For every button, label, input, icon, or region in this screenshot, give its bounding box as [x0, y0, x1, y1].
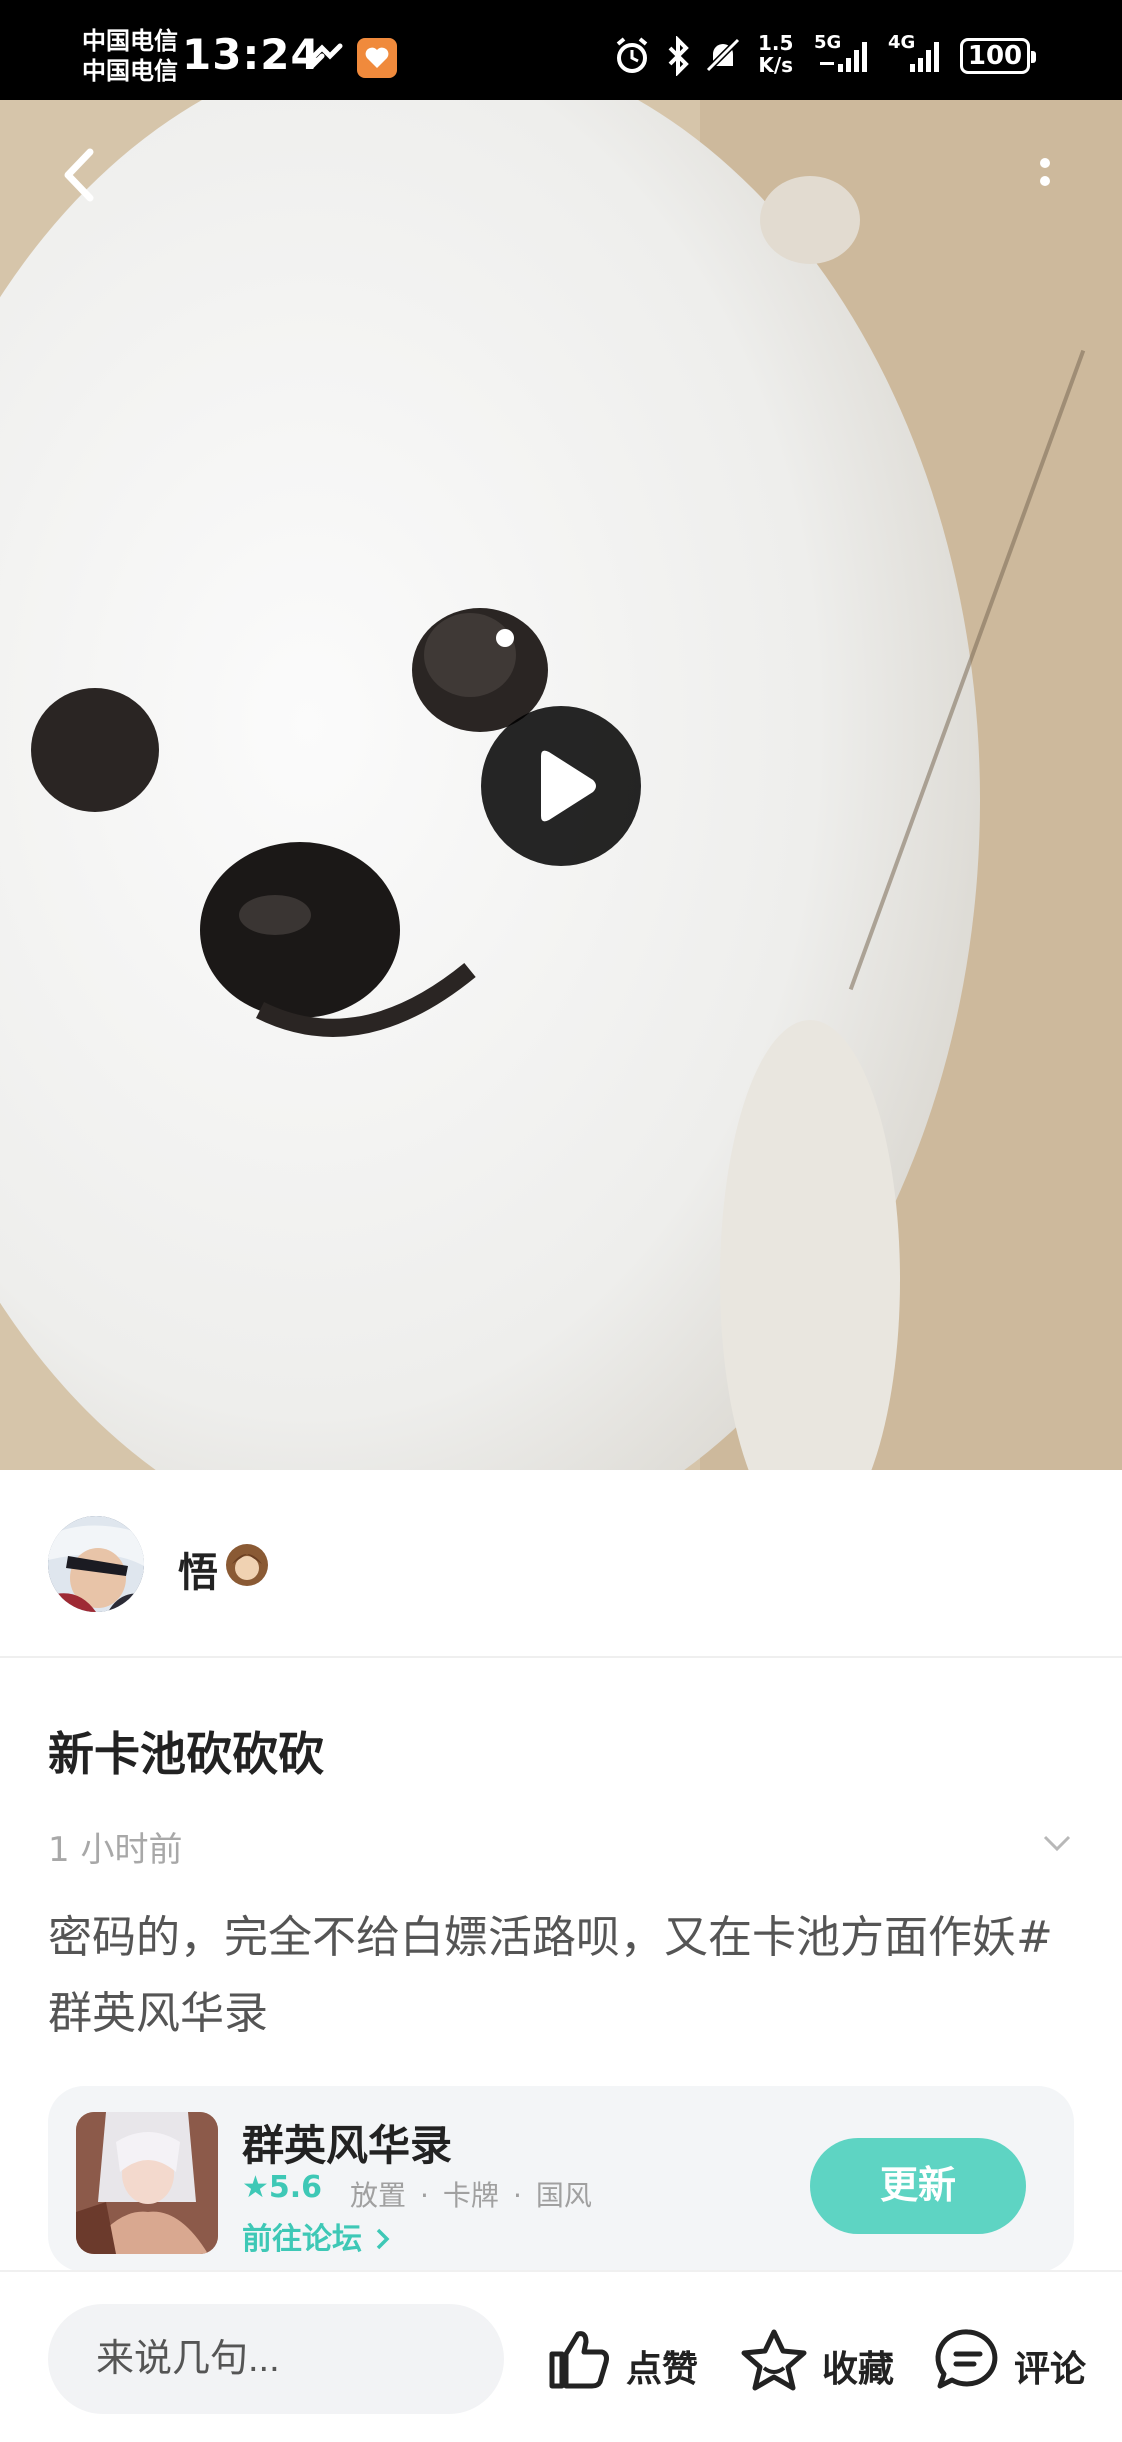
comment-input[interactable]: [48, 2304, 504, 2414]
network-speed: 1.5 K/s: [758, 32, 793, 76]
video-player[interactable]: [0, 100, 1122, 1470]
carrier-1: 中国电信: [82, 27, 178, 55]
bluetooth-icon: [668, 36, 689, 76]
alarm-icon: [616, 37, 648, 73]
author-name[interactable]: 悟: [178, 1540, 218, 1598]
post-body: 密码的，完全不给白嫖活路呗，又在卡池方面作妖#群英风华录: [48, 1912, 1053, 2039]
game-tag: 国风: [535, 2179, 592, 2212]
sync-icon: [309, 43, 343, 69]
author-badge-icon: [226, 1544, 268, 1586]
game-rating: ★5.6: [242, 2170, 322, 2205]
status-time: 13:24: [182, 30, 321, 79]
game-icon-image: [76, 2112, 218, 2254]
game-card[interactable]: 群英风华录 ★5.6 放置 · 卡牌 · 国风 前往论坛 更新: [48, 2086, 1074, 2272]
status-bar: 中国电信 中国电信 13:24 1.5 K/s 5G 4G 100: [0, 0, 1122, 100]
star-outline-icon: [741, 2329, 807, 2391]
update-button[interactable]: 更新: [810, 2138, 1026, 2234]
signal-2-icon: [910, 42, 939, 72]
comment-icon: [935, 2329, 998, 2389]
like-label: 点赞: [626, 2349, 699, 2390]
star-icon: ★: [242, 2170, 269, 2205]
avatar-image: [48, 1516, 144, 1612]
forum-link[interactable]: 前往论坛: [242, 2214, 394, 2258]
network-speed-value: 1.5: [758, 31, 794, 55]
bottom-action-bar: 点赞 收藏 评论: [0, 2270, 1122, 2442]
forum-link-label: 前往论坛: [242, 2222, 362, 2257]
comment-label: 评论: [1014, 2349, 1087, 2390]
game-icon[interactable]: [76, 2112, 218, 2254]
thumbs-up-icon: [549, 2331, 609, 2389]
favorite-button[interactable]: 收藏: [740, 2302, 900, 2412]
expand-button[interactable]: [1040, 1826, 1074, 1860]
game-tag: 卡牌: [442, 2179, 499, 2212]
battery-indicator: 100: [960, 38, 1036, 74]
comment-button[interactable]: 评论: [934, 2302, 1094, 2412]
game-name[interactable]: 群英风华录: [242, 2112, 452, 2173]
back-button[interactable]: [52, 140, 112, 210]
author-row[interactable]: 悟: [0, 1470, 1122, 1658]
post-title: 新卡池砍砍砍: [48, 1727, 324, 1781]
separator-dot: ·: [420, 2179, 429, 2212]
favorite-label: 收藏: [822, 2349, 895, 2390]
game-tags: 放置 · 卡牌 · 国风: [350, 2174, 592, 2214]
game-rating-value: 5.6: [268, 2170, 323, 2205]
mute-bell-icon: [705, 37, 741, 73]
separator-dot: ·: [512, 2179, 522, 2212]
game-tag: 放置: [350, 2179, 407, 2212]
carrier-2: 中国电信: [82, 57, 178, 85]
play-icon: [541, 750, 596, 822]
avatar[interactable]: [48, 1516, 144, 1612]
chevron-right-icon: [377, 2228, 390, 2250]
like-button[interactable]: 点赞: [546, 2302, 702, 2412]
more-options-button[interactable]: [1025, 145, 1065, 205]
post-time: 1 小时前: [48, 1830, 183, 1870]
play-button[interactable]: [481, 706, 641, 866]
chevron-down-icon: [1043, 1835, 1071, 1852]
network-speed-unit: K/s: [758, 53, 794, 77]
chevron-left-icon: [64, 148, 94, 202]
signal-1-icon: [820, 42, 867, 72]
app-notification-icon: [357, 38, 397, 78]
carrier-labels: 中国电信 中国电信: [82, 26, 178, 86]
more-vertical-icon: [1040, 158, 1050, 186]
